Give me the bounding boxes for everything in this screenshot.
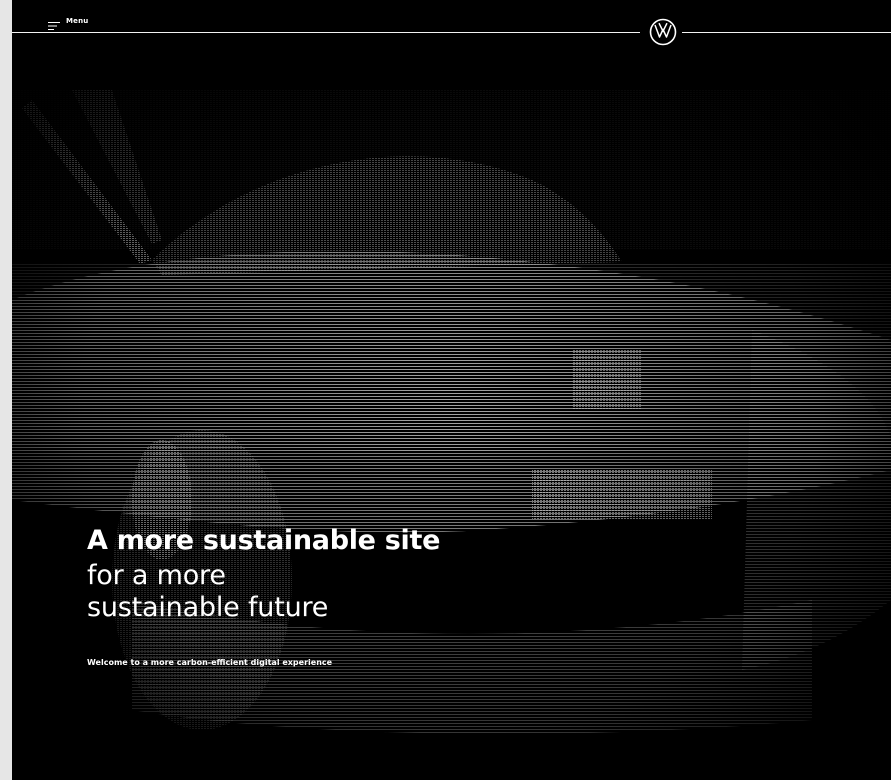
headline-line-3: sustainable future <box>87 592 329 623</box>
menu-button[interactable]: Menu <box>48 12 88 30</box>
header-divider-right <box>682 32 891 33</box>
hero-section: Menu A more sustainable site for a more … <box>12 0 891 780</box>
header-divider-left <box>12 32 640 33</box>
page: Menu A more sustainable site for a more … <box>0 0 891 780</box>
hero-headline: A more sustainable site for a more susta… <box>87 522 567 624</box>
headline-line-2: for a more <box>87 560 226 591</box>
left-gutter <box>0 0 12 780</box>
hamburger-menu-icon <box>48 16 60 30</box>
headline-bold-line: A more sustainable site <box>87 525 441 556</box>
menu-label: Menu <box>66 17 89 25</box>
site-header: Menu <box>12 0 891 64</box>
hero-subline: Welcome to a more carbon-efficient digit… <box>87 658 333 667</box>
vw-logo-icon[interactable] <box>649 18 677 46</box>
